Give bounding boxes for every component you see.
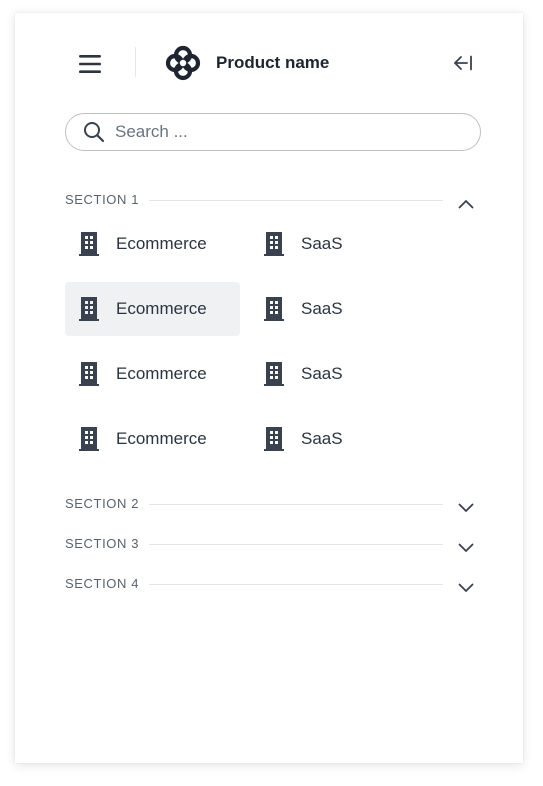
nav-item-saas[interactable]: SaaS bbox=[250, 282, 425, 336]
collapse-sidebar-button[interactable] bbox=[451, 51, 475, 75]
collapse-left-icon bbox=[454, 55, 472, 71]
nav-item-label: SaaS bbox=[301, 364, 343, 383]
section-label: SECTION 2 bbox=[65, 496, 140, 511]
nav-item-saas[interactable]: SaaS bbox=[250, 347, 425, 401]
building-icon bbox=[264, 362, 284, 386]
section-label: SECTION 1 bbox=[65, 192, 140, 207]
building-icon bbox=[79, 362, 99, 386]
section-4-header[interactable]: SECTION 4 bbox=[65, 576, 481, 598]
nav-item-ecommerce-active[interactable]: Ecommerce bbox=[65, 282, 240, 336]
section-divider bbox=[149, 200, 443, 201]
nav-item-ecommerce[interactable]: Ecommerce bbox=[65, 412, 240, 466]
nav-item-label: Ecommerce bbox=[116, 429, 207, 448]
search-input[interactable] bbox=[115, 122, 435, 142]
search-box bbox=[65, 113, 481, 151]
building-icon bbox=[79, 232, 99, 256]
product-name: Product name bbox=[216, 53, 330, 72]
section-toggle[interactable] bbox=[458, 540, 474, 556]
nav-item-saas[interactable]: SaaS bbox=[250, 217, 425, 271]
hamburger-menu-icon bbox=[79, 55, 101, 73]
section-divider bbox=[149, 584, 443, 585]
section-label: SECTION 4 bbox=[65, 576, 140, 591]
building-icon bbox=[264, 427, 284, 451]
section-toggle[interactable] bbox=[458, 196, 474, 212]
section-divider bbox=[149, 544, 443, 545]
section-divider bbox=[149, 504, 443, 505]
nav-item-label: Ecommerce bbox=[116, 234, 207, 253]
section-2-header[interactable]: SECTION 2 bbox=[65, 496, 481, 518]
chevron-down-icon bbox=[458, 503, 474, 512]
nav-item-ecommerce[interactable]: Ecommerce bbox=[65, 347, 240, 401]
nav-item-label: Ecommerce bbox=[116, 364, 207, 383]
section-label: SECTION 3 bbox=[65, 536, 140, 551]
building-icon bbox=[264, 297, 284, 321]
search-icon bbox=[84, 122, 105, 143]
nav-item-label: SaaS bbox=[301, 299, 343, 318]
section-3-header[interactable]: SECTION 3 bbox=[65, 536, 481, 558]
building-icon bbox=[79, 297, 99, 321]
chevron-down-icon bbox=[458, 583, 474, 592]
section-1-header[interactable]: SECTION 1 bbox=[65, 192, 481, 214]
section-toggle[interactable] bbox=[458, 500, 474, 516]
nav-item-label: Ecommerce bbox=[116, 299, 207, 318]
chevron-up-icon bbox=[458, 200, 474, 209]
flower-logo-icon bbox=[165, 45, 201, 81]
sidebar-panel: Product name SECTION 1 bbox=[15, 13, 523, 763]
header-divider bbox=[135, 47, 136, 77]
building-icon bbox=[79, 427, 99, 451]
nav-item-label: SaaS bbox=[301, 429, 343, 448]
nav-item-label: SaaS bbox=[301, 234, 343, 253]
nav-item-ecommerce[interactable]: Ecommerce bbox=[65, 217, 240, 271]
chevron-down-icon bbox=[458, 543, 474, 552]
sidebar-header: Product name bbox=[15, 13, 523, 113]
menu-button[interactable] bbox=[75, 51, 105, 77]
nav-item-saas[interactable]: SaaS bbox=[250, 412, 425, 466]
building-icon bbox=[264, 232, 284, 256]
section-toggle[interactable] bbox=[458, 580, 474, 596]
